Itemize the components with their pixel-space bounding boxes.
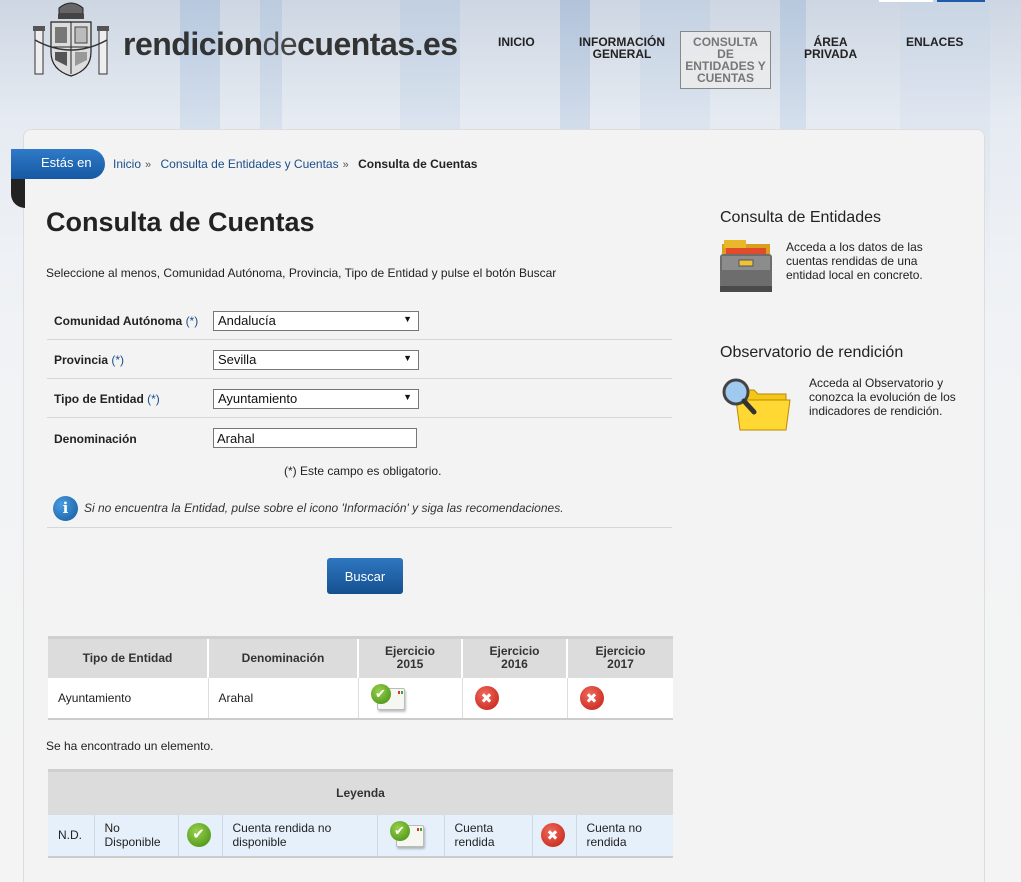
breadcrumb-current: Consulta de Cuentas — [358, 157, 478, 171]
nav-item-area-privada[interactable]: ÁREA PRIVADA — [804, 36, 857, 60]
x-icon: ✖ — [540, 823, 565, 847]
denominacion-input[interactable] — [213, 428, 417, 448]
magnifier-folder-icon[interactable] — [720, 376, 792, 436]
chevron-down-icon: ▼ — [403, 353, 412, 363]
sidebar-entidades-title[interactable]: Consulta de Entidades — [720, 209, 881, 227]
legend-rendida-text: Cuenta rendida — [444, 814, 533, 858]
cell-denominacion: Arahal — [208, 677, 359, 720]
results-table: Tipo de Entidad Denominación Ejercicio 20… — [48, 636, 673, 720]
tipo-entidad-label: Tipo de Entidad (*) — [54, 392, 160, 406]
legend-no-rendida-icon-cell: ✖ — [532, 814, 577, 858]
form-row-tipo-entidad: Tipo de Entidad (*) Ayuntamiento ▼ — [47, 379, 672, 418]
cell-tipo: Ayuntamiento — [48, 677, 209, 720]
chevron-down-icon: ▼ — [403, 314, 412, 324]
sidebar-observatorio-text: Acceda al Observatorio y conozca la evol… — [809, 376, 956, 418]
legend-no-rendida-text: Cuenta no rendida — [576, 814, 673, 858]
search-button[interactable]: Buscar — [327, 558, 403, 594]
required-note: (*) Este campo es obligatorio. — [284, 464, 442, 478]
cuenta-rendida-icon: ✔ — [389, 821, 426, 849]
cuenta-no-rendida-icon: ✖ — [579, 685, 604, 710]
breadcrumb-link-consulta-entidades[interactable]: Consulta de Entidades y Cuentas — [160, 157, 338, 171]
chevron-down-icon: ▼ — [403, 392, 412, 402]
form-row-provincia: Provincia (*) Sevilla ▼ — [47, 340, 672, 379]
comunidad-select[interactable]: Andalucía ▼ — [213, 311, 419, 331]
top-strip — [879, 0, 985, 2]
legend-rendida-no-disponible-icon-cell: ✔ — [178, 814, 223, 858]
legend-rendida-icon-cell: ✔ — [377, 814, 445, 858]
info-row: i Si no encuentra la Entidad, pulse sobr… — [47, 490, 672, 528]
breadcrumb-link-inicio[interactable]: Inicio — [113, 157, 141, 171]
sidebar-observatorio-title[interactable]: Observatorio de rendición — [720, 344, 903, 362]
column-header-ejercicio-2015: Ejercicio 2015 — [358, 636, 463, 678]
file-drawer-icon[interactable] — [720, 238, 772, 296]
nav-item-enlaces[interactable]: ENLACES — [906, 36, 963, 48]
legend-row: N.D. No Disponible ✔ Cuenta rendida no dis… — [48, 814, 673, 858]
cell-ejercicio-2015: ✔ — [358, 677, 463, 720]
legend-table: Leyenda N.D. No Disponible ✔ Cuenta rendi… — [48, 769, 673, 858]
site-header: rendiciondecuentas.es INICIO INFORMACIÓN… — [0, 0, 1021, 128]
column-header-denominacion: Denominación — [208, 636, 359, 678]
provincia-select[interactable]: Sevilla ▼ — [213, 350, 419, 370]
breadcrumb-separator: » — [342, 159, 349, 171]
column-header-ejercicio-2016: Ejercicio 2016 — [462, 636, 568, 678]
nav-item-inicio[interactable]: INICIO — [498, 36, 535, 48]
comunidad-label: Comunidad Autónoma (*) — [54, 314, 199, 328]
check-icon: ✔ — [186, 823, 211, 847]
column-header-tipo: Tipo de Entidad — [48, 636, 209, 678]
cell-ejercicio-2016: ✖ — [462, 677, 568, 720]
form-row-comunidad: Comunidad Autónoma (*) Andalucía ▼ — [47, 301, 672, 340]
legend-nd: N.D. — [48, 814, 95, 858]
cuenta-no-rendida-icon: ✖ — [474, 685, 499, 710]
coat-of-arms-logo[interactable] — [33, 0, 109, 80]
cuenta-rendida-icon[interactable]: ✔ — [370, 683, 407, 712]
legend-title: Leyenda — [48, 769, 673, 815]
cell-ejercicio-2017: ✖ — [567, 677, 673, 720]
legend-rendida-no-disponible-text: Cuenta rendida no disponible — [222, 814, 378, 858]
denominacion-label: Denominación — [54, 432, 137, 446]
site-title[interactable]: rendiciondecuentas.es — [123, 26, 458, 63]
sidebar-entidades-text: Acceda a los datos de las cuentas rendid… — [786, 240, 923, 282]
tipo-entidad-select[interactable]: Ayuntamiento ▼ — [213, 389, 419, 409]
info-text: Si no encuentra la Entidad, pulse sobre … — [84, 501, 564, 515]
table-row: Ayuntamiento Arahal ✔ ✖ ✖ — [48, 677, 673, 720]
nav-item-consulta-entidades-cuentas[interactable]: CONSULTA DE ENTIDADES Y CUENTAS — [680, 31, 771, 89]
page-title: Consulta de Cuentas — [46, 207, 315, 237]
column-header-ejercicio-2017: Ejercicio 2017 — [567, 636, 673, 678]
info-icon[interactable]: i — [53, 496, 78, 521]
breadcrumb-tab: Estás en — [11, 149, 105, 179]
legend-nd-text: No Disponible — [94, 814, 179, 858]
breadcrumb: Inicio » Consulta de Entidades y Cuentas »… — [113, 157, 477, 171]
intro-text: Seleccione al menos, Comunidad Autónoma,… — [46, 266, 557, 280]
provincia-label: Provincia (*) — [54, 353, 125, 367]
breadcrumb-separator: » — [145, 159, 152, 171]
results-count-text: Se ha encontrado un elemento. — [46, 739, 214, 753]
nav-item-informacion-general[interactable]: INFORMACIÓN GENERAL — [579, 36, 665, 60]
